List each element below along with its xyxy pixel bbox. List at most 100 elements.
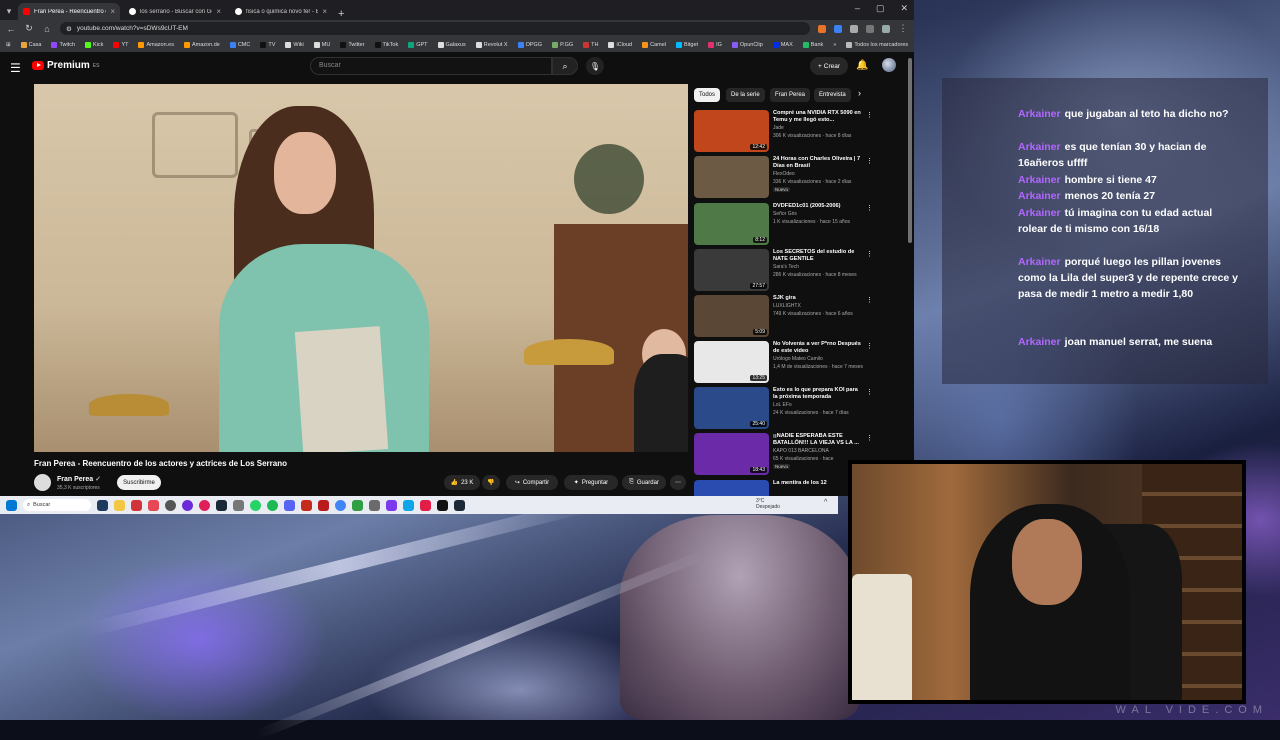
recommendation-channel[interactable]: Sara's Tech bbox=[773, 264, 799, 270]
bookmark-item[interactable]: TV bbox=[260, 41, 275, 48]
app-icon[interactable] bbox=[420, 499, 431, 511]
chevron-right-icon[interactable]: › bbox=[858, 88, 861, 98]
bookmark-item[interactable]: TikTok bbox=[374, 41, 398, 48]
video-thumbnail[interactable]: 12:42 bbox=[694, 110, 769, 152]
video-thumbnail[interactable]: 18:43 bbox=[694, 433, 769, 475]
bookmark-item[interactable]: MU bbox=[313, 41, 330, 48]
more-vertical-icon[interactable]: ⋮ bbox=[866, 296, 873, 304]
address-bar[interactable]: ⚙ youtube.com/watch?v=sDWs9cUT-EM bbox=[60, 22, 810, 35]
profile-icon[interactable] bbox=[882, 24, 890, 33]
app-icon[interactable] bbox=[318, 499, 329, 511]
recommendation-channel[interactable]: Señor Gris bbox=[773, 211, 797, 217]
site-info-icon[interactable]: ⚙ bbox=[66, 25, 72, 33]
chip-from-series[interactable]: De la serie bbox=[726, 88, 765, 102]
home-icon[interactable]: ⌂ bbox=[42, 24, 52, 34]
bookmark-item[interactable]: IG bbox=[708, 41, 722, 48]
recommendation-title[interactable]: Compré una NVIDIA RTX 5090 en Temu y me … bbox=[773, 110, 861, 124]
recommendation-item[interactable]: 13:25 No Volverás a ver P*rno Después de… bbox=[694, 341, 876, 385]
bookmark-item[interactable]: OPGG bbox=[517, 41, 542, 48]
bookmark-item[interactable]: Twitch bbox=[51, 41, 75, 48]
chrome-icon[interactable] bbox=[335, 499, 346, 511]
recommendation-channel[interactable]: Urólogo Mateo Camilo bbox=[773, 356, 823, 362]
more-vertical-icon[interactable]: ⋮ bbox=[866, 250, 873, 258]
bookmark-item[interactable]: Amazon.es bbox=[138, 41, 174, 48]
bookmark-item[interactable]: Revolut X bbox=[475, 41, 508, 48]
app-icon[interactable] bbox=[352, 499, 363, 511]
notifications-bell-icon[interactable]: 🔔 bbox=[856, 60, 868, 71]
maximize-icon[interactable]: ▢ bbox=[876, 3, 885, 14]
close-icon[interactable]: × bbox=[110, 7, 115, 16]
recommendation-item[interactable]: 12:42 Compré una NVIDIA RTX 5090 en Temu… bbox=[694, 110, 876, 154]
recommendation-title[interactable]: Los SECRETOS del estudio de NATE GENTILE bbox=[773, 249, 861, 263]
new-tab-button[interactable]: + bbox=[338, 8, 344, 20]
extension-icon[interactable] bbox=[834, 24, 842, 33]
more-vertical-icon[interactable]: ⋮ bbox=[866, 111, 873, 119]
back-icon[interactable]: ← bbox=[6, 24, 16, 34]
bookmark-item[interactable]: YT bbox=[113, 41, 128, 48]
bookmark-item[interactable]: Bank bbox=[802, 41, 823, 48]
app-icon[interactable] bbox=[182, 499, 193, 511]
more-vertical-icon[interactable]: ⋮ bbox=[866, 342, 873, 350]
more-actions-button[interactable]: ⋯ bbox=[670, 475, 686, 490]
more-vertical-icon[interactable]: ⋮ bbox=[866, 157, 873, 165]
reload-icon[interactable]: ↻ bbox=[24, 23, 34, 34]
more-vertical-icon[interactable]: ⋮ bbox=[866, 434, 873, 442]
video-thumbnail[interactable]: 8:12 bbox=[694, 203, 769, 245]
menu-icon[interactable]: ⋮ bbox=[898, 23, 908, 34]
youtube-logo[interactable]: Premium ES bbox=[32, 60, 99, 71]
close-window-icon[interactable]: ✕ bbox=[900, 3, 908, 14]
video-thumbnail[interactable] bbox=[694, 480, 769, 496]
close-icon[interactable]: × bbox=[322, 7, 327, 16]
recommendation-title[interactable]: Esto es lo que prepara KOI para la próxi… bbox=[773, 387, 861, 401]
settings-gear-icon[interactable] bbox=[233, 499, 244, 511]
apps-grid-icon[interactable]: ⊞ bbox=[6, 42, 11, 48]
discord-icon[interactable] bbox=[284, 499, 295, 511]
extension-icon[interactable] bbox=[818, 24, 826, 33]
app-icon[interactable] bbox=[199, 499, 210, 511]
file-explorer-icon[interactable] bbox=[114, 499, 125, 511]
chip-fran-perea[interactable]: Fran Perea bbox=[770, 88, 811, 102]
recommendation-title[interactable]: DVDFED1c01 (2005-2006) bbox=[773, 203, 861, 210]
share-button[interactable]: ↪ Compartir bbox=[506, 475, 558, 490]
recommendation-item[interactable]: 24 Horas con Charles Oliveira | 7 Días e… bbox=[694, 156, 876, 200]
app-icon[interactable] bbox=[403, 499, 414, 511]
tab-search-icon[interactable]: ▾ bbox=[0, 2, 18, 20]
hamburger-menu-icon[interactable]: ☰ bbox=[10, 61, 21, 75]
bookmark-item[interactable]: P.GG bbox=[552, 41, 573, 48]
recommendation-item[interactable]: 5:09 SJK gira LUXLIGHTX 749 K visualizac… bbox=[694, 295, 876, 339]
bookmark-item[interactable]: TH bbox=[583, 41, 598, 48]
app-icon[interactable] bbox=[148, 499, 159, 511]
obs-icon[interactable] bbox=[165, 499, 176, 511]
recommendation-title[interactable]: ¡¡NADIE ESPERABA ESTE BATALLÓN!!! LA VIE… bbox=[773, 433, 861, 447]
extensions-puzzle-icon[interactable] bbox=[866, 24, 874, 33]
app-icon[interactable] bbox=[301, 499, 312, 511]
more-bookmarks-icon[interactable]: » bbox=[833, 42, 836, 48]
extension-icon[interactable] bbox=[850, 24, 858, 33]
page-scrollbar[interactable] bbox=[908, 58, 912, 243]
recommendation-channel[interactable]: FlexOdeo bbox=[773, 171, 795, 177]
bookmarks-folder[interactable]: Todos los marcadores bbox=[846, 41, 908, 48]
recommendation-title[interactable]: 24 Horas con Charles Oliveira | 7 Días e… bbox=[773, 156, 861, 170]
video-thumbnail[interactable]: 13:25 bbox=[694, 341, 769, 383]
taskbar-search[interactable]: ⌕ Buscar bbox=[23, 499, 91, 511]
subscribe-button[interactable]: Suscribirme bbox=[117, 475, 161, 490]
more-vertical-icon[interactable]: ⋮ bbox=[866, 204, 873, 212]
video-thumbnail[interactable]: 5:09 bbox=[694, 295, 769, 337]
bookmark-item[interactable]: Twitter bbox=[340, 41, 365, 48]
app-icon[interactable] bbox=[386, 499, 397, 511]
recommendation-channel[interactable]: LUXLIGHTX bbox=[773, 303, 801, 309]
recommendation-item[interactable]: 8:12 DVDFED1c01 (2005-2006) Señor Gris 1… bbox=[694, 203, 876, 247]
windows-start-icon[interactable] bbox=[6, 499, 17, 511]
whatsapp-icon[interactable] bbox=[250, 499, 261, 511]
bookmark-item[interactable]: iCloud bbox=[608, 41, 632, 48]
dislike-button[interactable]: 👎 bbox=[482, 475, 500, 490]
chip-all[interactable]: Todos bbox=[694, 88, 721, 102]
save-button[interactable]: ⎘ Guardar bbox=[622, 475, 666, 490]
bookmark-item[interactable]: MAX bbox=[772, 41, 793, 48]
video-thumbnail[interactable]: 27:57 bbox=[694, 249, 769, 291]
video-thumbnail[interactable] bbox=[694, 156, 769, 198]
recommendation-channel[interactable]: Jade bbox=[773, 125, 784, 131]
channel-name[interactable]: Fran Perea ✓ bbox=[57, 475, 101, 483]
steam-icon[interactable] bbox=[454, 499, 465, 511]
spotify-icon[interactable] bbox=[267, 499, 278, 511]
